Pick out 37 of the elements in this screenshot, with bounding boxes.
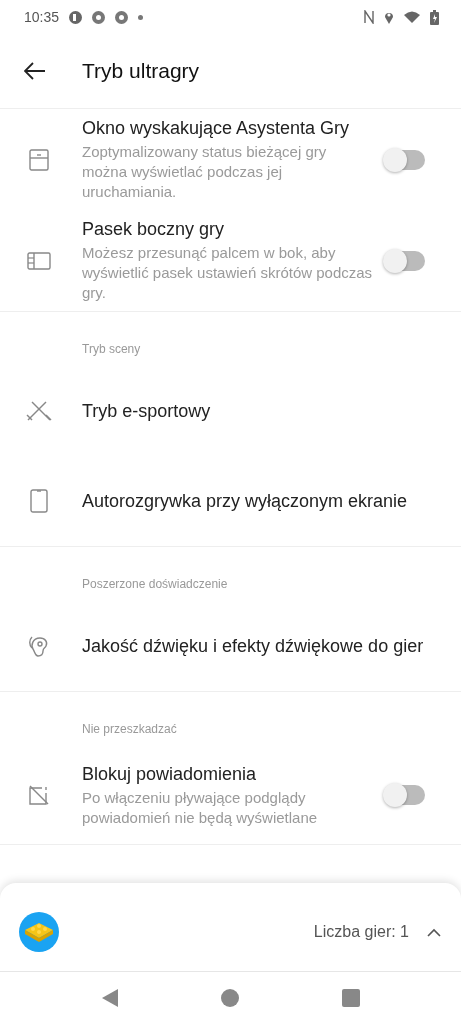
notifications-off-icon xyxy=(29,785,49,805)
page-title: Tryb ultragry xyxy=(82,59,200,83)
recents-button[interactable] xyxy=(341,989,360,1007)
game-app-icon[interactable] xyxy=(19,912,59,952)
setting-title[interactable]: Okno wyskakujące Asystenta Gry xyxy=(82,117,375,140)
dot-icon xyxy=(138,14,144,20)
section-header: Nie przeszkadzać xyxy=(81,721,178,738)
setting-title[interactable]: Jakość dźwięku i efekty dźwiękowe do gier xyxy=(82,634,451,658)
setting-title[interactable]: Tryb e-sportowy xyxy=(82,399,451,423)
browser-icon xyxy=(115,10,129,24)
setting-description: Zoptymalizowany status bieżącej gry można wyświetlać podczas jej uruchamiania. xyxy=(82,142,328,202)
back-button[interactable] xyxy=(24,62,46,80)
sidebar-icon xyxy=(27,251,51,270)
window-icon xyxy=(29,148,49,171)
section-header: Tryb sceny xyxy=(81,341,142,358)
battery-icon xyxy=(430,9,439,25)
setting-title[interactable]: Blokuj powiadomienia xyxy=(82,762,375,786)
nfc-icon xyxy=(364,10,374,24)
phone-icon xyxy=(30,489,48,513)
app-notification-icon xyxy=(69,10,83,24)
toggle-switch[interactable] xyxy=(385,149,425,170)
setting-title[interactable]: Autorozgrywka przy wyłączonym ekranie xyxy=(82,489,451,513)
home-button[interactable] xyxy=(220,989,239,1007)
game-count: Liczba gier: 1 xyxy=(313,923,409,941)
wifi-icon xyxy=(404,11,420,23)
setting-description: Możesz przesunąć palcem w bok, aby wyświetlić pasek ustawień skrótów podczas gry. xyxy=(82,243,374,303)
crossed-swords-icon xyxy=(26,400,52,422)
section-header: Poszerzone doświadczenie xyxy=(81,576,229,593)
expand-button[interactable] xyxy=(427,927,441,937)
ear-icon xyxy=(28,634,50,658)
setting-title[interactable]: Pasek boczny gry xyxy=(82,218,375,241)
browser-icon xyxy=(92,10,106,24)
toggle-switch[interactable] xyxy=(385,785,425,805)
location-icon xyxy=(384,10,394,24)
toggle-switch[interactable] xyxy=(385,250,425,271)
setting-description: Po włączeniu pływające podglądy powiadomień nie będą wyświetlane xyxy=(82,787,319,828)
clock: 10:35 xyxy=(24,9,60,25)
